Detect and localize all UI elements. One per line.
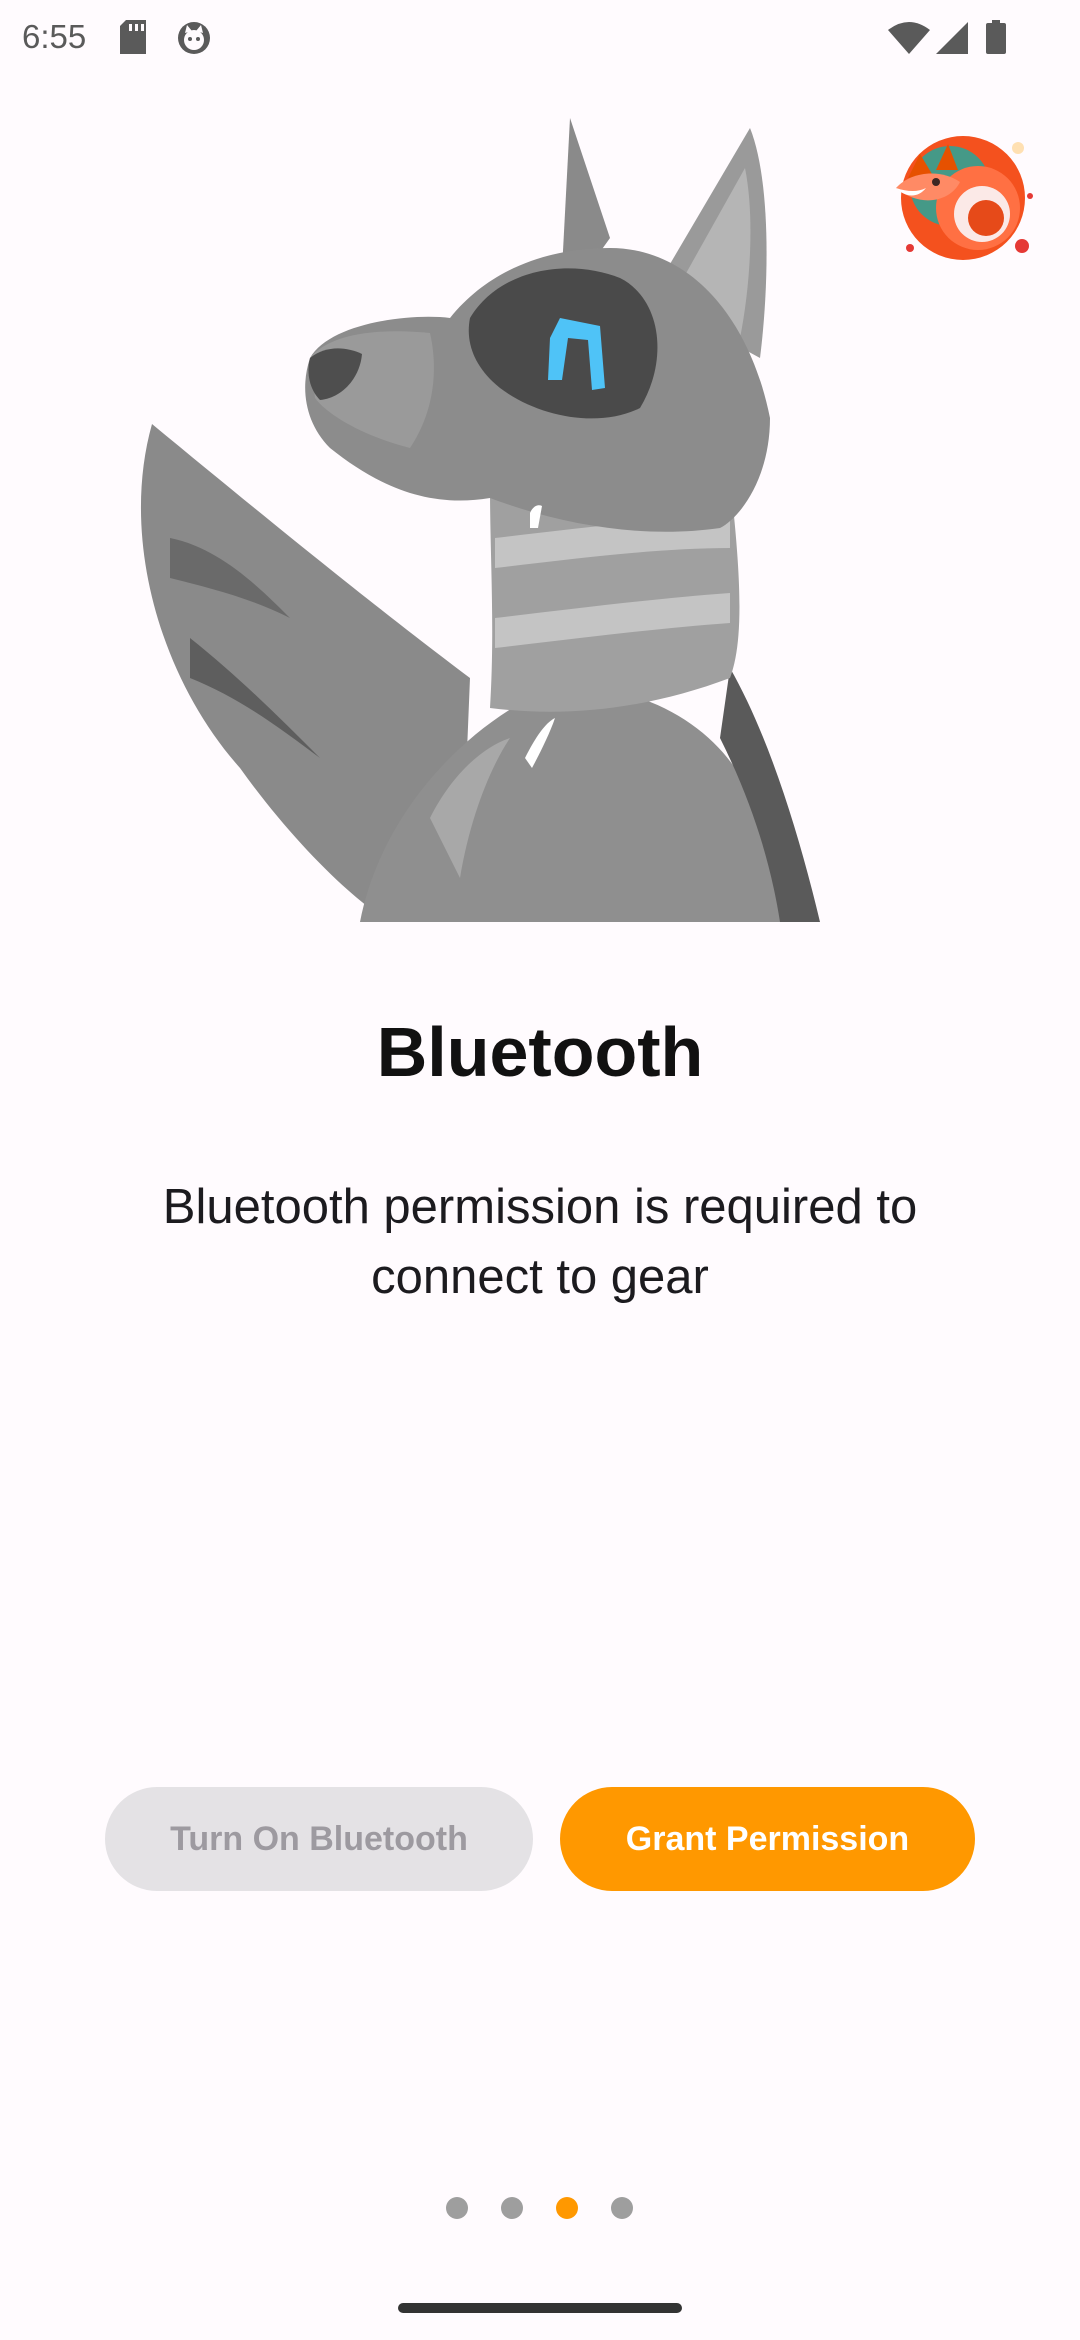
status-time: 6:55 [22,18,87,55]
page-dot-1 [446,2197,468,2219]
fox-logo-avatar[interactable] [890,126,1036,266]
status-bar: 6:55 [0,0,1080,78]
battery-icon [986,20,1006,59]
cat-notification-icon [176,20,212,61]
turn-on-bluetooth-button[interactable]: Turn On Bluetooth [105,1787,533,1891]
sd-card-icon [120,20,146,59]
page-dot-4 [611,2197,633,2219]
page-dot-2 [501,2197,523,2219]
page-title: Bluetooth [376,1013,704,1091]
wolf-illustration [130,118,830,922]
home-gesture-bar[interactable] [398,2303,682,2313]
signal-icon [936,22,968,59]
grant-permission-button[interactable]: Grant Permission [560,1787,975,1891]
wifi-icon [888,22,930,59]
permission-description: Bluetooth permission is required to conn… [162,1180,918,1304]
page-dot-3 [556,2197,578,2219]
page-indicator [0,2197,1080,2219]
